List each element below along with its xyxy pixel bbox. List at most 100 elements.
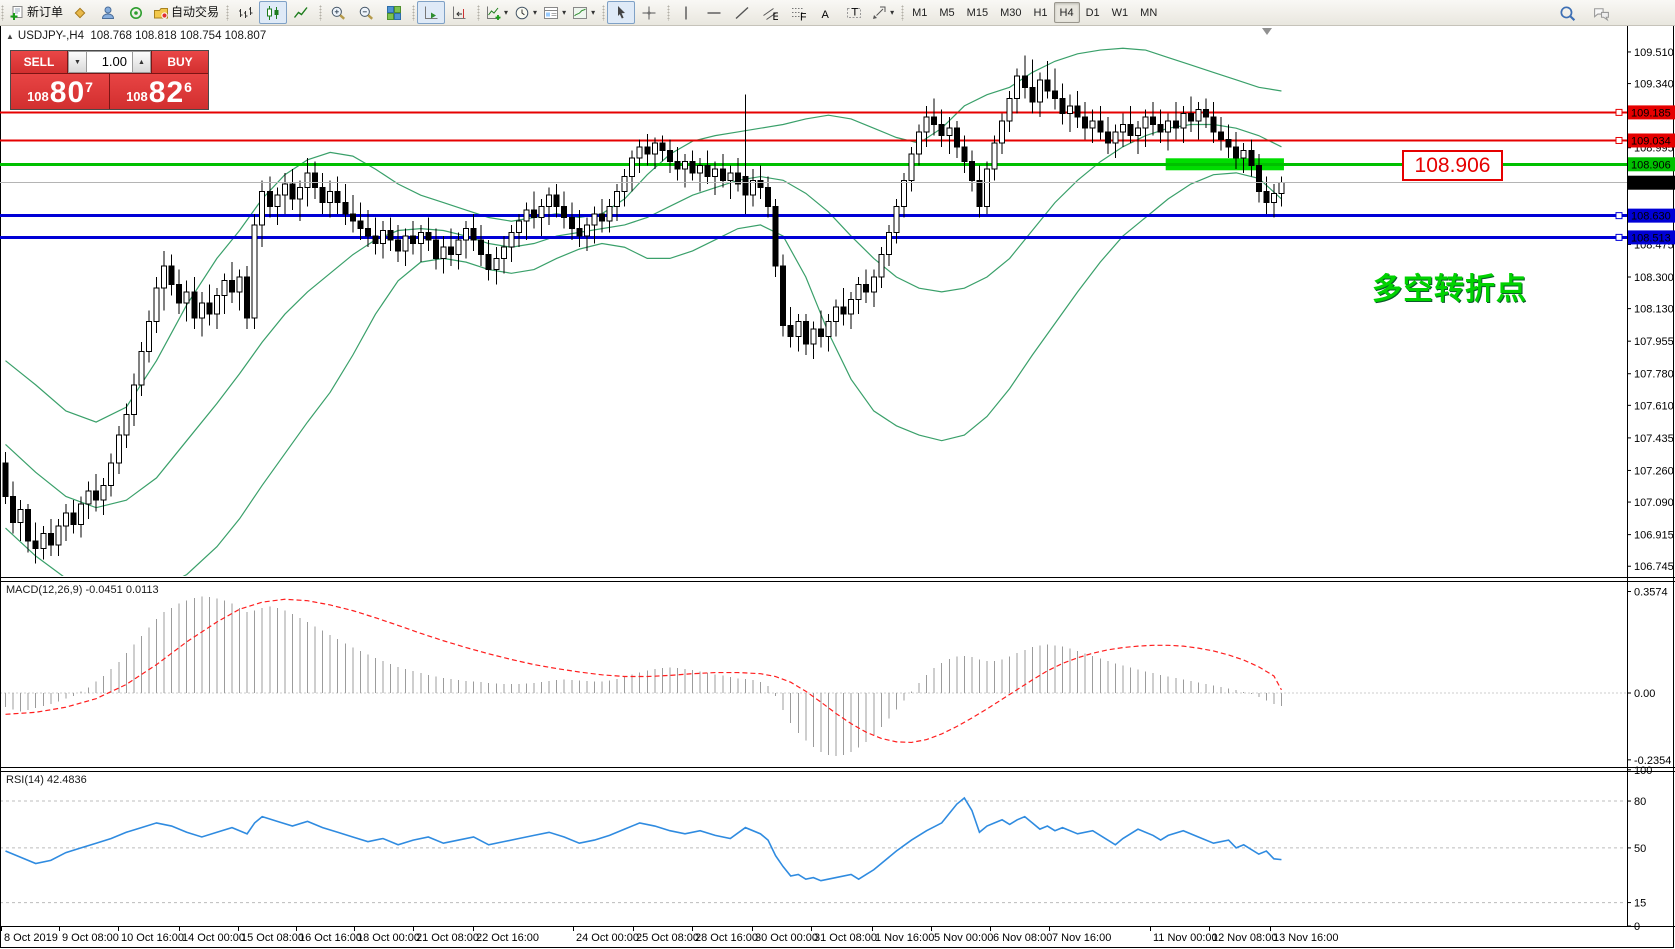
svg-text:8 Oct 2019: 8 Oct 2019 xyxy=(4,932,58,944)
svg-text:1 Nov 16:00: 1 Nov 16:00 xyxy=(875,932,934,944)
crosshair-icon xyxy=(641,5,657,21)
svg-text:108.630: 108.630 xyxy=(1631,211,1671,223)
periods-button[interactable]: ▾ xyxy=(511,1,540,24)
vertical-line-button[interactable] xyxy=(672,1,700,24)
time-axis[interactable]: 8 Oct 20199 Oct 08:0010 Oct 16:0014 Oct … xyxy=(2,926,1339,944)
tf-h4[interactable]: H4 xyxy=(1054,2,1080,23)
svg-text:12 Nov 08:00: 12 Nov 08:00 xyxy=(1212,932,1277,944)
rsi-label: RSI(14) 42.4836 xyxy=(6,774,87,786)
turning-point-note: 多空转折点 xyxy=(1372,264,1527,308)
svg-text:6 Nov 08:00: 6 Nov 08:00 xyxy=(993,932,1052,944)
svg-text:109.510: 109.510 xyxy=(1634,47,1674,59)
crosshair-button[interactable] xyxy=(635,1,663,24)
templates-button[interactable]: ▾ xyxy=(540,1,569,24)
auto-scroll-button[interactable] xyxy=(417,1,445,24)
template-icon xyxy=(543,5,559,21)
svg-text:107.090: 107.090 xyxy=(1634,497,1674,509)
sell-price-button[interactable]: 108 80 7 xyxy=(11,74,110,109)
svg-text:16 Oct 16:00: 16 Oct 16:00 xyxy=(299,932,362,944)
toolbar-group xyxy=(318,1,411,25)
shift-marker-icon[interactable] xyxy=(1262,28,1272,35)
auto-trading-button-label: 自动交易 xyxy=(171,2,219,23)
sell-button[interactable]: SELL xyxy=(11,51,67,73)
svg-text:107.955: 107.955 xyxy=(1634,336,1674,348)
sell-price-pip: 7 xyxy=(85,79,93,95)
chart-bars-button[interactable] xyxy=(231,1,259,24)
tf-mn[interactable]: MN xyxy=(1134,2,1163,23)
shapes-button[interactable]: ▾ xyxy=(868,1,897,24)
level-lines[interactable] xyxy=(0,109,1627,240)
toolbar-group xyxy=(601,1,666,25)
bars-icon xyxy=(237,5,253,21)
tf-m15[interactable]: M15 xyxy=(961,2,994,23)
chat-icon xyxy=(1593,5,1610,22)
chart-candles-button[interactable] xyxy=(259,1,287,24)
zoom-out-button[interactable] xyxy=(352,1,380,24)
volume-down-button[interactable]: ▼ xyxy=(68,51,87,73)
volume-input[interactable]: 1.00 xyxy=(87,51,132,73)
text-button[interactable]: A xyxy=(812,1,840,24)
svg-text:31 Oct 08:00: 31 Oct 08:00 xyxy=(814,932,877,944)
buy-price-button[interactable]: 108 82 6 xyxy=(110,74,208,109)
svg-text:106.915: 106.915 xyxy=(1634,530,1674,542)
channel-icon: E xyxy=(762,5,778,21)
buy-price-big: 82 xyxy=(149,78,184,108)
chat-button[interactable] xyxy=(1587,2,1615,25)
svg-text:109.034: 109.034 xyxy=(1631,135,1671,147)
search-button[interactable] xyxy=(1553,2,1581,25)
fibonacci-button[interactable]: F xyxy=(784,1,812,24)
tf-d1[interactable]: D1 xyxy=(1080,2,1106,23)
price-chart[interactable]: 109.510109.340108.995108.475108.300108.1… xyxy=(0,0,1675,949)
accounts-button[interactable] xyxy=(94,1,122,24)
price-axis[interactable]: 109.510109.340108.995108.475108.300108.1… xyxy=(1627,47,1675,573)
svg-text:13 Nov 16:00: 13 Nov 16:00 xyxy=(1273,932,1338,944)
zoom-in-button[interactable] xyxy=(324,1,352,24)
main-toolbar: 新订单自动交易▾▾▾▾EFAT▾M1M5M15M30H1H4D1W1MN xyxy=(0,0,1675,26)
chart-line-button[interactable] xyxy=(287,1,315,24)
symbol-quotes: 108.768 108.818 108.754 108.807 xyxy=(90,30,266,42)
indicators-button[interactable]: ▾ xyxy=(482,1,511,24)
svg-text:14 Oct 00:00: 14 Oct 00:00 xyxy=(182,932,245,944)
tf-m30[interactable]: M30 xyxy=(994,2,1027,23)
svg-text:28 Oct 16:00: 28 Oct 16:00 xyxy=(695,932,758,944)
svg-text:7 Nov 16:00: 7 Nov 16:00 xyxy=(1052,932,1111,944)
chartshift-icon xyxy=(451,5,467,21)
trendline-icon xyxy=(734,5,750,21)
profiles-button[interactable]: ▾ xyxy=(569,1,598,24)
svg-text:5 Nov 00:00: 5 Nov 00:00 xyxy=(934,932,993,944)
indicators-icon xyxy=(485,5,501,21)
channel-button[interactable]: E xyxy=(756,1,784,24)
tile-windows-button[interactable] xyxy=(380,1,408,24)
text-icon: A xyxy=(818,5,834,21)
svg-text:50: 50 xyxy=(1634,843,1646,855)
market-watch-button[interactable] xyxy=(66,1,94,24)
rsi-pane xyxy=(0,798,1627,903)
text-label-button[interactable]: T xyxy=(840,1,868,24)
tf-m1[interactable]: M1 xyxy=(906,2,933,23)
auto-trading-button[interactable]: 自动交易 xyxy=(150,1,222,24)
buy-button[interactable]: BUY xyxy=(152,51,208,73)
svg-text:24 Oct 00:00: 24 Oct 00:00 xyxy=(576,932,639,944)
signal-icon xyxy=(128,5,144,21)
svg-text:106.745: 106.745 xyxy=(1634,561,1674,573)
collapse-arrow-icon[interactable]: ▲ xyxy=(6,32,14,41)
svg-text:10 Oct 16:00: 10 Oct 16:00 xyxy=(121,932,184,944)
signals-button[interactable] xyxy=(122,1,150,24)
svg-text:109.185: 109.185 xyxy=(1631,107,1671,119)
tf-m5[interactable]: M5 xyxy=(933,2,960,23)
horizontal-line-button[interactable] xyxy=(700,1,728,24)
autotrade-icon xyxy=(153,5,169,21)
autoscroll-icon xyxy=(423,5,439,21)
cursor-button[interactable] xyxy=(607,1,635,24)
svg-text:30 Oct 00:00: 30 Oct 00:00 xyxy=(755,932,818,944)
volume-up-button[interactable]: ▲ xyxy=(132,51,151,73)
price-callout-box[interactable]: 108.906 xyxy=(1402,150,1503,181)
tf-w1[interactable]: W1 xyxy=(1106,2,1135,23)
zoom-in-icon xyxy=(330,5,346,21)
svg-text:A: A xyxy=(822,9,830,21)
trendline-button[interactable] xyxy=(728,1,756,24)
svg-text:108.130: 108.130 xyxy=(1634,304,1674,316)
tf-h1[interactable]: H1 xyxy=(1027,2,1053,23)
new-order-button[interactable]: 新订单 xyxy=(6,1,66,24)
chart-shift-button[interactable] xyxy=(445,1,473,24)
